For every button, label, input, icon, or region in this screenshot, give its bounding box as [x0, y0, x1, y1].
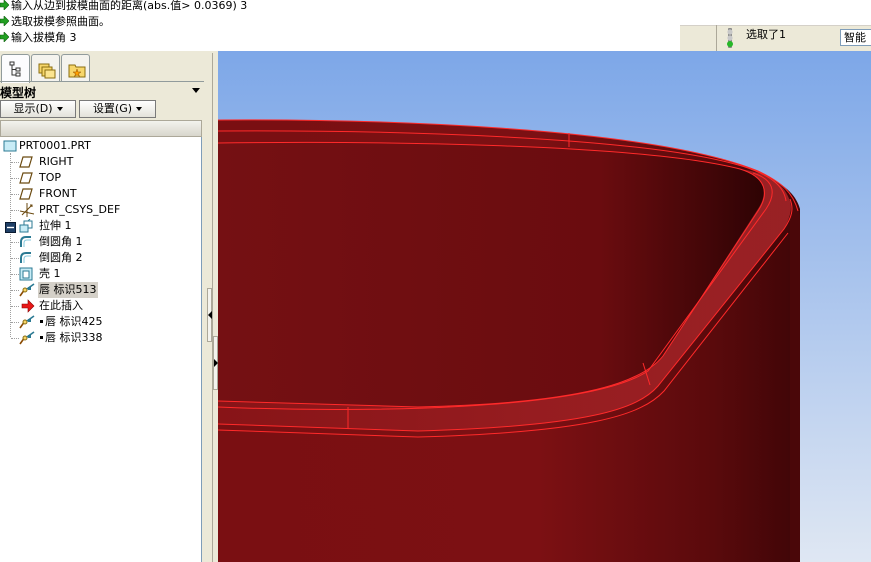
tree-item-label: RIGHT — [39, 155, 74, 168]
lip-icon — [19, 331, 35, 345]
navigator-tabs — [0, 54, 204, 83]
chevron-left-icon — [208, 311, 212, 319]
tree-item-label: 在此插入 — [39, 299, 83, 312]
tabs-divider — [0, 81, 204, 82]
part-icon — [3, 140, 17, 152]
message-text: 输入从边到拔模曲面的距离(abs.值> 0.0369) 3 — [11, 0, 248, 12]
shell-icon — [19, 267, 33, 281]
tree-item-label: PRT_CSYS_DEF — [39, 203, 121, 216]
tree-connector — [11, 322, 19, 323]
datum-plane-icon — [19, 172, 33, 184]
tab-model-tree[interactable] — [1, 54, 30, 83]
message-line: 输入拔模角 3 — [0, 30, 77, 46]
tree-connector — [11, 242, 19, 243]
tree-item-label: 倒圆角 1 — [39, 235, 83, 248]
model-tree-title: 模型树 — [0, 86, 37, 100]
tree-item-label: TOP — [39, 171, 62, 184]
tree-connector — [11, 338, 19, 339]
expand-toggle-icon[interactable] — [5, 222, 16, 233]
datum-plane-icon — [19, 156, 33, 168]
title-dropdown-icon[interactable] — [192, 88, 200, 93]
tree-connector — [11, 290, 19, 291]
tab-folder-browser[interactable] — [31, 54, 60, 82]
selection-status: 选取了1 — [746, 28, 786, 41]
tree-connector — [11, 178, 19, 179]
folder-browser-icon — [38, 63, 56, 79]
splitter-line — [212, 53, 213, 562]
chevron-down-icon — [56, 107, 63, 111]
tree-connector — [11, 194, 19, 195]
tree-connector — [11, 210, 19, 211]
message-line: 选取拔模参照曲面。 — [0, 14, 110, 30]
insert-here-icon — [21, 299, 35, 313]
prompt-arrow-icon — [0, 0, 9, 10]
tree-connector — [10, 153, 11, 337]
lip-icon — [19, 283, 35, 297]
tree-item-label: 倒圆角 2 — [39, 251, 83, 264]
display-button[interactable]: 显示(D) — [0, 100, 76, 118]
navigator-panel: 模型树 显示(D) 设置(G) PRT0001.PRT RIGHT TOP FR… — [0, 51, 204, 562]
regeneration-status-icon[interactable] — [725, 28, 735, 48]
round-icon — [20, 236, 31, 247]
collapse-navigator-button[interactable] — [207, 288, 212, 342]
chevron-down-icon — [136, 107, 143, 111]
tree-connector — [11, 258, 19, 259]
prompt-arrow-icon — [0, 32, 9, 42]
datum-plane-icon — [19, 188, 33, 200]
lip-icon — [19, 315, 35, 329]
settings-button[interactable]: 设置(G) — [79, 100, 156, 118]
tree-item-label: 唇 标识513 — [38, 282, 98, 298]
status-divider — [716, 25, 717, 51]
selection-filter-dropdown[interactable]: 智能 — [840, 29, 871, 46]
tree-connector — [11, 162, 19, 163]
extrude-icon — [19, 219, 33, 233]
tree-column-header — [0, 120, 202, 137]
model-tree-title-bar: 模型树 — [0, 83, 204, 100]
round-icon — [20, 252, 31, 263]
model-tree-icon — [9, 61, 21, 77]
tab-favorites[interactable] — [61, 54, 90, 82]
tree-connector — [11, 306, 19, 307]
message-text: 输入拔模角 3 — [11, 31, 77, 44]
tree-item-label: 壳 1 — [39, 267, 61, 280]
tree-item-label: PRT0001.PRT — [19, 139, 91, 152]
model-viewport[interactable] — [218, 51, 871, 562]
settings-button-label: 设置(G) — [92, 102, 133, 115]
graphics-window[interactable] — [218, 51, 871, 562]
tree-item-label: 唇 标识425 — [45, 315, 103, 328]
tree-connector — [11, 274, 19, 275]
tree-item-label: FRONT — [39, 187, 77, 200]
model-tree: PRT0001.PRT RIGHT TOP FRONT PRT_CSYS_DEF… — [0, 137, 202, 562]
display-button-label: 显示(D) — [13, 102, 53, 115]
csys-icon — [19, 203, 35, 217]
tree-item-label: 拉伸 1 — [39, 219, 72, 232]
suppressed-marker-icon — [40, 336, 43, 339]
message-line: 输入从边到拔模曲面的距离(abs.值> 0.0369) 3 — [0, 0, 247, 14]
tree-item-label: 唇 标识338 — [45, 331, 103, 344]
prompt-arrow-icon — [0, 16, 9, 26]
model-side-edge — [790, 201, 800, 562]
message-text: 选取拔模参照曲面。 — [11, 15, 110, 28]
suppressed-marker-icon — [40, 320, 43, 323]
favorites-icon — [68, 64, 86, 78]
